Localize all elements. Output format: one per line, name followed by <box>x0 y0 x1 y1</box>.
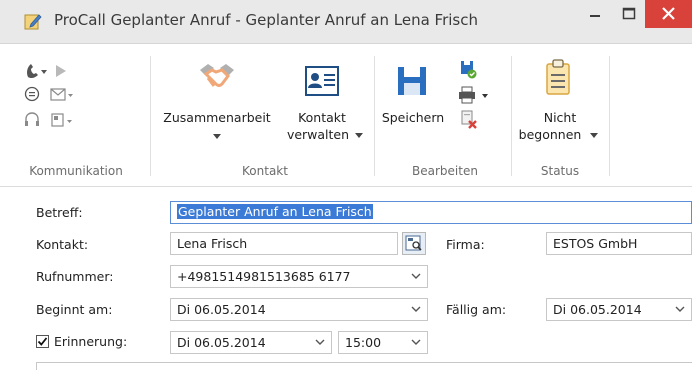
chevron-down-icon <box>315 339 325 345</box>
erinnerung-time-select[interactable]: 15:00 <box>338 331 428 354</box>
group-label-bearbeiten: Bearbeiten <box>412 164 478 178</box>
chevron-down-icon[interactable] <box>590 133 598 139</box>
contact-search-icon <box>405 235 422 251</box>
ribbon-divider <box>0 186 692 187</box>
kontakt-input[interactable]: Lena Frisch <box>170 232 398 255</box>
zusammenarbeit-button[interactable]: Zusammenarbeit <box>158 110 276 125</box>
group-label-kontakt: Kontakt <box>242 164 288 178</box>
mail-icon[interactable] <box>50 88 74 102</box>
minimize-button[interactable] <box>580 0 610 30</box>
minimize-icon <box>590 15 600 17</box>
chevron-down-icon <box>411 306 421 312</box>
close-button[interactable] <box>645 0 692 28</box>
beginnt-date-select[interactable]: Di 06.05.2014 <box>170 298 428 321</box>
erinnerung-label[interactable]: Erinnerung: <box>54 334 127 349</box>
phone-icon[interactable] <box>24 62 50 80</box>
app-icon <box>24 14 42 30</box>
chevron-down-icon[interactable] <box>355 133 363 139</box>
print-icon[interactable] <box>458 86 490 104</box>
rufnummer-value: +4981514981513685 6177 <box>177 269 351 284</box>
chevron-down-icon[interactable] <box>213 134 221 140</box>
save-icon[interactable] <box>397 66 427 96</box>
status-line2[interactable]: begonnen <box>514 127 586 142</box>
handshake-icon[interactable] <box>196 58 238 98</box>
delete-icon[interactable] <box>460 110 478 130</box>
speichern-button[interactable]: Speichern <box>380 110 446 125</box>
rufnummer-select[interactable]: +4981514981513685 6177 <box>170 265 428 288</box>
ribbon-separator <box>150 56 151 176</box>
voicemail-icon[interactable] <box>50 112 74 128</box>
close-icon <box>662 7 675 20</box>
headset-icon[interactable] <box>24 112 40 128</box>
erinnerung-date-value: Di 06.05.2014 <box>177 335 266 350</box>
chevron-down-icon <box>411 339 421 345</box>
ribbon: Kommunikation Zusammenarbeit Kontakt ver… <box>0 44 692 186</box>
status-line1[interactable]: Nicht <box>525 110 595 125</box>
firma-label: Firma: <box>446 237 485 252</box>
betreff-label: Betreff: <box>36 205 83 220</box>
window-title: ProCall Geplanter Anruf - Geplanter Anru… <box>54 11 478 29</box>
erinnerung-date-select[interactable]: Di 06.05.2014 <box>170 331 332 354</box>
contact-card-icon[interactable] <box>305 66 339 96</box>
checkmark-icon <box>37 337 48 346</box>
kontakt-verwalten-line2[interactable]: verwalten <box>284 127 352 142</box>
save-close-icon[interactable] <box>460 60 478 80</box>
maximize-button[interactable] <box>614 0 644 30</box>
group-label-status: Status <box>540 164 580 178</box>
chevron-down-icon <box>411 273 421 279</box>
chat-icon[interactable] <box>24 86 40 102</box>
chevron-down-icon <box>675 306 685 312</box>
group-label-kommunikation: Kommunikation <box>29 164 123 178</box>
firma-input[interactable]: ESTOS GmbH <box>546 232 692 255</box>
kontakt-value: Lena Frisch <box>177 236 248 251</box>
erinnerung-time-value: 15:00 <box>345 335 382 350</box>
play-icon[interactable] <box>55 64 67 78</box>
erinnerung-checkbox[interactable] <box>36 335 49 348</box>
title-bar: ProCall Geplanter Anruf - Geplanter Anru… <box>0 0 692 44</box>
ribbon-separator <box>374 56 375 176</box>
rufnummer-label: Rufnummer: <box>36 269 114 284</box>
beginnt-label: Beginnt am: <box>36 302 113 317</box>
betreff-input[interactable]: Geplanter Anruf an Lena Frisch <box>170 201 692 224</box>
betreff-value: Geplanter Anruf an Lena Frisch <box>177 204 373 219</box>
faellig-label: Fällig am: <box>446 302 507 317</box>
clipboard-icon[interactable] <box>545 59 571 95</box>
ribbon-separator <box>511 56 512 176</box>
ribbon-separator <box>609 56 610 176</box>
firma-value: ESTOS GmbH <box>553 236 638 251</box>
contact-lookup-button[interactable] <box>402 232 426 255</box>
kontakt-label: Kontakt: <box>36 237 89 252</box>
faellig-date-select[interactable]: Di 06.05.2014 <box>546 298 692 321</box>
kontakt-verwalten-line1[interactable]: Kontakt <box>286 110 358 125</box>
maximize-icon <box>622 7 636 20</box>
notes-area[interactable] <box>36 362 692 370</box>
beginnt-value: Di 06.05.2014 <box>177 302 266 317</box>
faellig-value: Di 06.05.2014 <box>553 302 642 317</box>
